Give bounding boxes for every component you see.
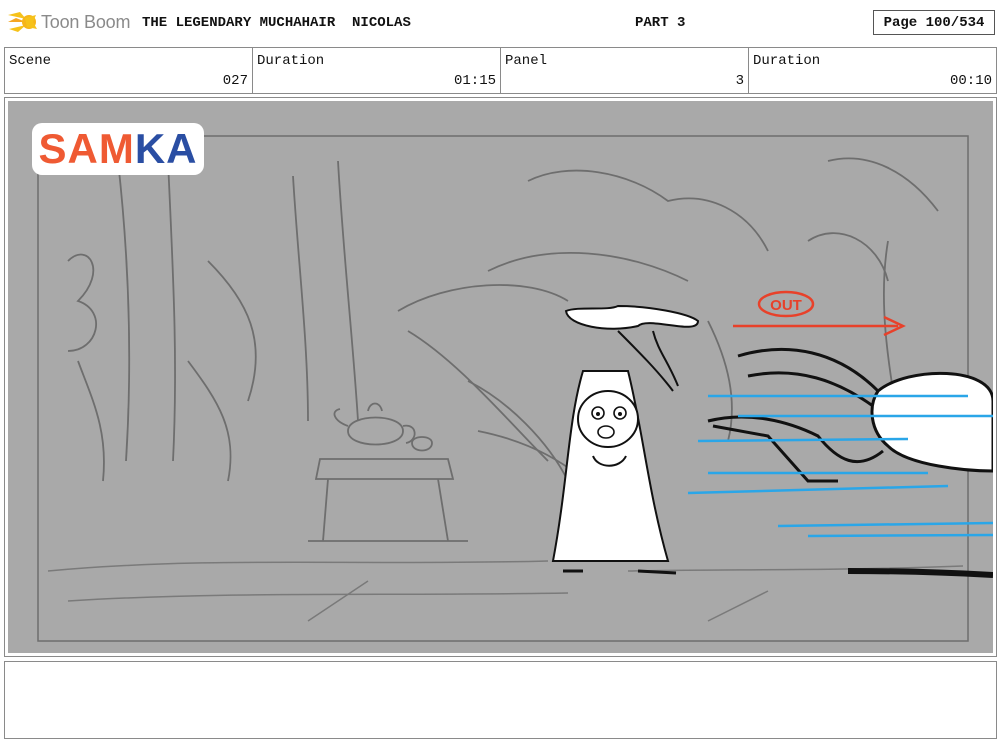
panel-duration-cell: Duration 00:10 <box>749 48 996 93</box>
toon-boom-logo: Toon Boom <box>6 9 130 35</box>
panel-info-row: Scene 027 Duration 01:15 Panel 3 Duratio… <box>4 47 997 94</box>
scene-value: 027 <box>222 73 248 89</box>
toon-boom-star-icon <box>8 12 37 32</box>
panel-artwork: OUT SAM KA <box>8 101 993 653</box>
scene-duration-cell: Duration 01:15 <box>253 48 501 93</box>
samka-logo-part2: KA <box>134 125 198 172</box>
forest-sketch <box>67 157 939 502</box>
samka-logo: SAM KA <box>32 123 204 175</box>
panel-cell: Panel 3 <box>501 48 749 93</box>
scene-label: Scene <box>9 53 52 69</box>
page-counter-text: Page 100/534 <box>883 14 985 31</box>
out-annotation <box>733 290 906 337</box>
part-label: PART 3 <box>635 15 686 31</box>
ground-sketch <box>47 560 964 622</box>
sketch-drawing: OUT <box>37 135 993 642</box>
storyboard-panel[interactable]: OUT SAM KA <box>4 97 997 657</box>
panel-duration-value: 00:10 <box>949 73 992 89</box>
teapot-table-sketch <box>308 402 468 542</box>
character-sketch <box>551 304 700 575</box>
storyboard-header: Toon Boom THE LEGENDARY MUCHAHAIR NICOLA… <box>0 0 1000 46</box>
samka-logo-part1: SAM <box>38 125 135 172</box>
scene-duration-value: 01:15 <box>453 73 496 89</box>
page-counter: Page 100/534 <box>873 10 995 35</box>
project-title: THE LEGENDARY MUCHAHAIR NICOLAS <box>142 15 411 31</box>
scene-cell: Scene 027 <box>5 48 253 93</box>
panel-notes-field[interactable] <box>4 661 997 739</box>
panel-value: 3 <box>735 73 744 89</box>
panel-duration-label: Duration <box>753 53 821 69</box>
creature-shadow <box>847 568 993 578</box>
scene-duration-label: Duration <box>257 53 325 69</box>
panel-label: Panel <box>505 53 548 69</box>
logo-text: Toon Boom <box>41 11 131 32</box>
out-annotation-text: OUT <box>770 297 802 314</box>
